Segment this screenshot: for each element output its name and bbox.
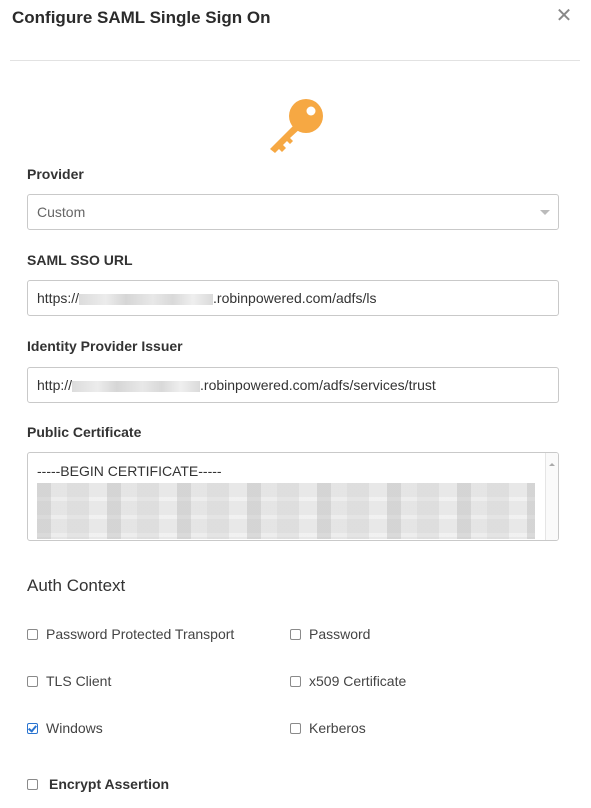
checkbox-checked[interactable] [27, 722, 38, 734]
idp-issuer-label: Identity Provider Issuer [27, 338, 183, 354]
scroll-up-icon [549, 463, 555, 466]
encrypt-assertion-option[interactable]: Encrypt Assertion [27, 776, 169, 792]
idp-issuer-suffix: .robinpowered.com/adfs/services/trust [200, 377, 436, 393]
redacted-text [79, 293, 214, 305]
provider-value: Custom [37, 204, 86, 220]
auth-option-windows[interactable]: Windows [27, 720, 103, 736]
checkbox[interactable] [27, 675, 38, 687]
close-icon[interactable]: ✕ [554, 6, 574, 26]
caret-down-icon [540, 210, 550, 215]
checkbox-label: Password Protected Transport [46, 626, 235, 642]
saml-sso-url-input[interactable]: https:// .robinpowered.com/adfs/ls [27, 280, 559, 316]
certificate-first-line: -----BEGIN CERTIFICATE----- [37, 463, 222, 479]
public-certificate-textarea[interactable]: -----BEGIN CERTIFICATE----- [27, 452, 559, 541]
idp-issuer-prefix: http:// [37, 377, 73, 393]
textarea-scrollbar[interactable] [545, 453, 558, 540]
checkbox-label: Kerberos [309, 720, 366, 736]
auth-option-password-protected-transport[interactable]: Password Protected Transport [27, 626, 234, 642]
auth-option-password[interactable]: Password [290, 626, 370, 642]
auth-option-tls-client[interactable]: TLS Client [27, 673, 111, 689]
dialog-header: Configure SAML Single Sign On ✕ [0, 0, 591, 60]
idp-issuer-input[interactable]: http:// .robinpowered.com/adfs/services/t… [27, 367, 559, 403]
checkbox[interactable] [290, 628, 301, 640]
checkbox-label: Windows [46, 720, 103, 736]
dialog-title: Configure SAML Single Sign On [12, 8, 271, 27]
auth-context-heading: Auth Context [27, 576, 126, 595]
checkbox-label: Password [309, 626, 371, 642]
checkbox[interactable] [27, 778, 38, 790]
public-certificate-label: Public Certificate [27, 424, 142, 440]
checkbox[interactable] [27, 628, 38, 640]
checkbox-label: x509 Certificate [309, 673, 407, 689]
provider-select[interactable]: Custom [27, 194, 559, 230]
auth-option-kerberos[interactable]: Kerberos [290, 720, 366, 736]
redacted-certificate-body [37, 483, 535, 539]
checkbox[interactable] [290, 675, 301, 687]
checkbox[interactable] [290, 722, 301, 734]
encrypt-assertion-label: Encrypt Assertion [49, 776, 170, 792]
auth-option-x509-certificate[interactable]: x509 Certificate [290, 673, 406, 689]
header-divider [10, 60, 580, 61]
saml-sso-url-suffix: .robinpowered.com/adfs/ls [213, 290, 377, 306]
idp-issuer-value: http:// .robinpowered.com/adfs/services/t… [37, 377, 436, 393]
saml-sso-url-label: SAML SSO URL [27, 252, 133, 268]
checkbox-label: TLS Client [46, 673, 112, 689]
saml-sso-url-value: https:// .robinpowered.com/adfs/ls [37, 290, 376, 306]
provider-label: Provider [27, 166, 84, 182]
redacted-text [72, 380, 201, 392]
saml-sso-url-prefix: https:// [37, 290, 80, 306]
key-icon [270, 99, 323, 153]
